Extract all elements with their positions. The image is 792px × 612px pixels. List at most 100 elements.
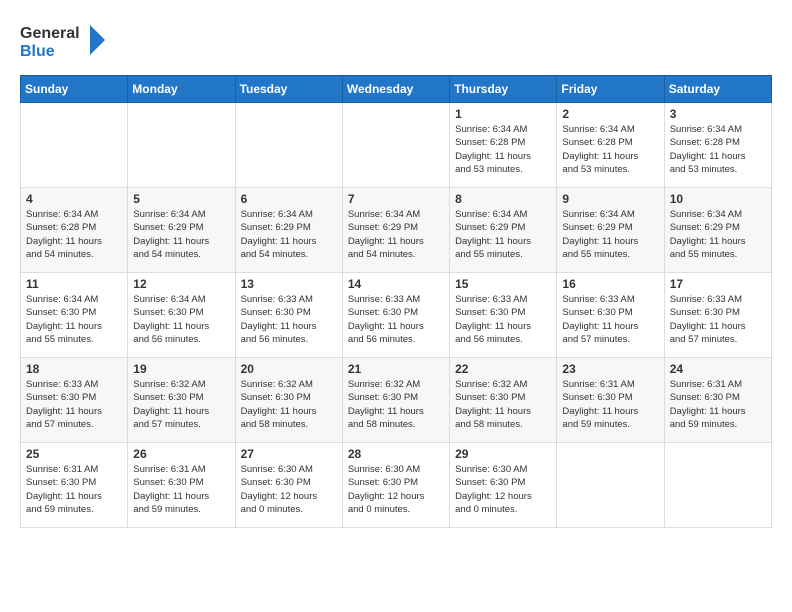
calendar-cell: 1 Sunrise: 6:34 AM Sunset: 6:28 PM Daylig…: [450, 103, 557, 188]
day-number: 11: [26, 277, 122, 291]
calendar-cell: [21, 103, 128, 188]
calendar-cell: 18Sunrise: 6:33 AM Sunset: 6:30 PM Dayli…: [21, 358, 128, 443]
calendar-cell: 21Sunrise: 6:32 AM Sunset: 6:30 PM Dayli…: [342, 358, 449, 443]
calendar-body: 1 Sunrise: 6:34 AM Sunset: 6:28 PM Daylig…: [21, 103, 772, 528]
header-wednesday: Wednesday: [342, 76, 449, 103]
day-number: 3: [670, 107, 766, 121]
day-number: 18: [26, 362, 122, 376]
calendar-cell: 6Sunrise: 6:34 AM Sunset: 6:29 PM Daylig…: [235, 188, 342, 273]
day-number: 19: [133, 362, 229, 376]
day-info: Sunrise: 6:31 AM Sunset: 6:30 PM Dayligh…: [670, 378, 766, 431]
day-info: Sunrise: 6:34 AM Sunset: 6:29 PM Dayligh…: [670, 208, 766, 261]
day-number: 24: [670, 362, 766, 376]
day-info: Sunrise: 6:32 AM Sunset: 6:30 PM Dayligh…: [348, 378, 444, 431]
day-info: Sunrise: 6:34 AM Sunset: 6:28 PM Dayligh…: [455, 123, 551, 176]
day-number: 9: [562, 192, 658, 206]
day-number: 7: [348, 192, 444, 206]
header-row: SundayMondayTuesdayWednesdayThursdayFrid…: [21, 76, 772, 103]
day-number: 26: [133, 447, 229, 461]
day-info: Sunrise: 6:33 AM Sunset: 6:30 PM Dayligh…: [670, 293, 766, 346]
day-info: Sunrise: 6:30 AM Sunset: 6:30 PM Dayligh…: [348, 463, 444, 516]
header-saturday: Saturday: [664, 76, 771, 103]
calendar-cell: 5 Sunrise: 6:34 AM Sunset: 6:29 PM Daylig…: [128, 188, 235, 273]
day-number: 15: [455, 277, 551, 291]
day-number: 28: [348, 447, 444, 461]
calendar-cell: 29 Sunrise: 6:30 AM Sunset: 6:30 PM Dayli…: [450, 443, 557, 528]
day-number: 22: [455, 362, 551, 376]
day-number: 23: [562, 362, 658, 376]
day-info: Sunrise: 6:34 AM Sunset: 6:29 PM Dayligh…: [348, 208, 444, 261]
calendar-cell: 8 Sunrise: 6:34 AM Sunset: 6:29 PM Daylig…: [450, 188, 557, 273]
day-info: Sunrise: 6:30 AM Sunset: 6:30 PM Dayligh…: [455, 463, 551, 516]
calendar-cell: 7 Sunrise: 6:34 AM Sunset: 6:29 PM Daylig…: [342, 188, 449, 273]
day-number: 1: [455, 107, 551, 121]
calendar-cell: 12 Sunrise: 6:34 AM Sunset: 6:30 PM Dayli…: [128, 273, 235, 358]
day-number: 25: [26, 447, 122, 461]
day-info: Sunrise: 6:34 AM Sunset: 6:29 PM Dayligh…: [241, 208, 337, 261]
calendar-cell: 22 Sunrise: 6:32 AM Sunset: 6:30 PM Dayli…: [450, 358, 557, 443]
calendar-cell: 24 Sunrise: 6:31 AM Sunset: 6:30 PM Dayli…: [664, 358, 771, 443]
day-info: Sunrise: 6:34 AM Sunset: 6:29 PM Dayligh…: [133, 208, 229, 261]
week-row-1: 4 Sunrise: 6:34 AM Sunset: 6:28 PM Daylig…: [21, 188, 772, 273]
calendar-cell: 9 Sunrise: 6:34 AM Sunset: 6:29 PM Daylig…: [557, 188, 664, 273]
calendar-cell: 16Sunrise: 6:33 AM Sunset: 6:30 PM Dayli…: [557, 273, 664, 358]
svg-text:General: General: [20, 25, 80, 42]
day-number: 27: [241, 447, 337, 461]
calendar-cell: 26 Sunrise: 6:31 AM Sunset: 6:30 PM Dayli…: [128, 443, 235, 528]
week-row-4: 25 Sunrise: 6:31 AM Sunset: 6:30 PM Dayli…: [21, 443, 772, 528]
calendar-cell: 20Sunrise: 6:32 AM Sunset: 6:30 PM Dayli…: [235, 358, 342, 443]
calendar-table: SundayMondayTuesdayWednesdayThursdayFrid…: [20, 75, 772, 528]
calendar-cell: [342, 103, 449, 188]
calendar-cell: 28 Sunrise: 6:30 AM Sunset: 6:30 PM Dayli…: [342, 443, 449, 528]
day-info: Sunrise: 6:34 AM Sunset: 6:29 PM Dayligh…: [455, 208, 551, 261]
day-number: 4: [26, 192, 122, 206]
day-info: Sunrise: 6:32 AM Sunset: 6:30 PM Dayligh…: [455, 378, 551, 431]
day-info: Sunrise: 6:34 AM Sunset: 6:28 PM Dayligh…: [26, 208, 122, 261]
calendar-cell: [557, 443, 664, 528]
logo: GeneralBlue: [20, 20, 110, 65]
day-info: Sunrise: 6:31 AM Sunset: 6:30 PM Dayligh…: [26, 463, 122, 516]
header-thursday: Thursday: [450, 76, 557, 103]
day-number: 17: [670, 277, 766, 291]
calendar-cell: 17 Sunrise: 6:33 AM Sunset: 6:30 PM Dayli…: [664, 273, 771, 358]
day-number: 13: [241, 277, 337, 291]
calendar-cell: 3Sunrise: 6:34 AM Sunset: 6:28 PM Daylig…: [664, 103, 771, 188]
day-info: Sunrise: 6:33 AM Sunset: 6:30 PM Dayligh…: [455, 293, 551, 346]
calendar-header: SundayMondayTuesdayWednesdayThursdayFrid…: [21, 76, 772, 103]
header-friday: Friday: [557, 76, 664, 103]
day-number: 12: [133, 277, 229, 291]
day-info: Sunrise: 6:32 AM Sunset: 6:30 PM Dayligh…: [133, 378, 229, 431]
day-info: Sunrise: 6:33 AM Sunset: 6:30 PM Dayligh…: [562, 293, 658, 346]
calendar-cell: 27Sunrise: 6:30 AM Sunset: 6:30 PM Dayli…: [235, 443, 342, 528]
calendar-cell: [128, 103, 235, 188]
svg-text:Blue: Blue: [20, 43, 55, 60]
week-row-3: 18Sunrise: 6:33 AM Sunset: 6:30 PM Dayli…: [21, 358, 772, 443]
calendar-cell: 13 Sunrise: 6:33 AM Sunset: 6:30 PM Dayli…: [235, 273, 342, 358]
calendar-cell: 14 Sunrise: 6:33 AM Sunset: 6:30 PM Dayli…: [342, 273, 449, 358]
day-info: Sunrise: 6:34 AM Sunset: 6:30 PM Dayligh…: [26, 293, 122, 346]
calendar-cell: [235, 103, 342, 188]
calendar-cell: 10Sunrise: 6:34 AM Sunset: 6:29 PM Dayli…: [664, 188, 771, 273]
calendar-cell: 11 Sunrise: 6:34 AM Sunset: 6:30 PM Dayli…: [21, 273, 128, 358]
day-info: Sunrise: 6:34 AM Sunset: 6:29 PM Dayligh…: [562, 208, 658, 261]
header-tuesday: Tuesday: [235, 76, 342, 103]
week-row-0: 1 Sunrise: 6:34 AM Sunset: 6:28 PM Daylig…: [21, 103, 772, 188]
calendar-cell: 4 Sunrise: 6:34 AM Sunset: 6:28 PM Daylig…: [21, 188, 128, 273]
day-number: 5: [133, 192, 229, 206]
day-info: Sunrise: 6:34 AM Sunset: 6:30 PM Dayligh…: [133, 293, 229, 346]
day-number: 14: [348, 277, 444, 291]
day-number: 20: [241, 362, 337, 376]
calendar-cell: 19 Sunrise: 6:32 AM Sunset: 6:30 PM Dayli…: [128, 358, 235, 443]
day-info: Sunrise: 6:31 AM Sunset: 6:30 PM Dayligh…: [562, 378, 658, 431]
day-info: Sunrise: 6:33 AM Sunset: 6:30 PM Dayligh…: [241, 293, 337, 346]
day-number: 29: [455, 447, 551, 461]
day-info: Sunrise: 6:33 AM Sunset: 6:30 PM Dayligh…: [348, 293, 444, 346]
calendar-cell: [664, 443, 771, 528]
day-number: 8: [455, 192, 551, 206]
page-header: GeneralBlue: [20, 20, 772, 65]
header-sunday: Sunday: [21, 76, 128, 103]
calendar-cell: 2Sunrise: 6:34 AM Sunset: 6:28 PM Daylig…: [557, 103, 664, 188]
day-number: 2: [562, 107, 658, 121]
day-info: Sunrise: 6:31 AM Sunset: 6:30 PM Dayligh…: [133, 463, 229, 516]
calendar-cell: 25 Sunrise: 6:31 AM Sunset: 6:30 PM Dayli…: [21, 443, 128, 528]
